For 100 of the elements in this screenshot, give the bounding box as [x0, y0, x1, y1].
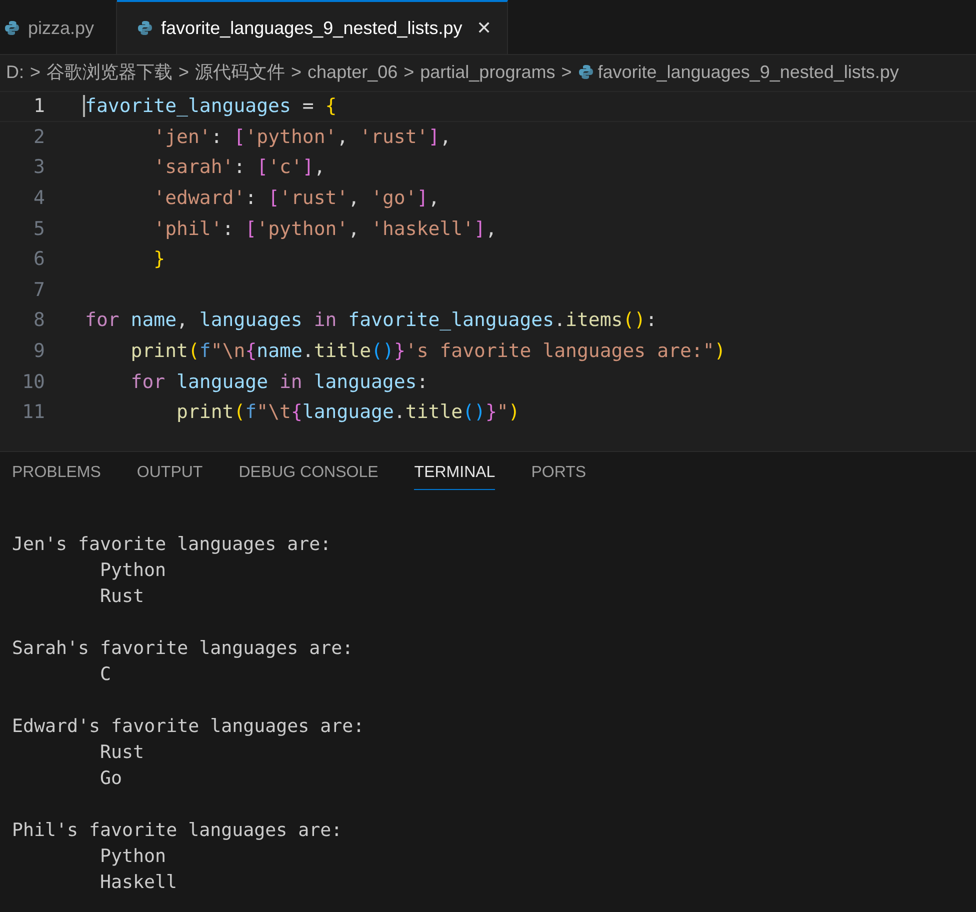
code-string: 'go' — [371, 187, 417, 210]
code-identifier: favorite_languages — [348, 309, 554, 332]
python-file-icon — [137, 20, 154, 36]
code-punctuation: : — [416, 370, 428, 393]
python-file-icon — [4, 20, 20, 36]
code-prefix: f — [245, 401, 257, 424]
breadcrumb-item[interactable]: favorite_languages_9_nested_lists.py — [598, 62, 899, 82]
line-number: 3 — [32, 156, 45, 178]
code-bracket: [ — [234, 126, 246, 148]
breadcrumb-item[interactable]: chapter_06 — [308, 62, 398, 82]
breadcrumb-item[interactable]: 源代码文件 — [195, 60, 286, 84]
code-string: 'python' — [245, 126, 337, 148]
code-bracket: ( — [188, 340, 200, 362]
code-bracket: { — [245, 340, 257, 362]
code-string: 'edward' — [152, 187, 246, 210]
code-bracket: () — [462, 401, 486, 424]
code-identifier: name — [256, 340, 302, 362]
line-number: 5 — [32, 218, 45, 240]
code-string: 'sarah' — [152, 156, 234, 178]
code-keyword: in — [279, 370, 304, 393]
code-bracket: [ — [268, 187, 280, 210]
code-identifier: name — [130, 309, 177, 332]
panel-tab[interactable]: OUTPUT — [136, 464, 203, 490]
code-identifier: language — [302, 401, 394, 424]
code-string: 'phil' — [152, 218, 222, 240]
terminal-output: Phil's favorite languages are: — [12, 820, 342, 841]
code-punctuation: = — [301, 95, 315, 118]
breadcrumb-item[interactable]: 谷歌浏览器下载 — [46, 60, 173, 84]
terminal-output: Rust — [100, 586, 144, 607]
code-punctuation: , — [428, 187, 440, 210]
code-string: 'jen' — [152, 126, 211, 148]
code-keyword: for — [85, 309, 120, 332]
code-function: title — [405, 401, 463, 424]
terminal-output: Edward's favorite languages are: — [12, 716, 364, 737]
code-function: title — [314, 340, 372, 362]
breadcrumb-separator: > — [29, 62, 42, 82]
editor-tab[interactable]: favorite_languages_9_nested_lists.py ✕ — [117, 0, 508, 54]
line-number: 1 — [32, 95, 45, 118]
code-bracket: ] — [416, 187, 428, 210]
code-identifier: favorite_languages — [85, 95, 291, 118]
code-punctuation: , — [176, 309, 189, 332]
code-string: "\t — [256, 401, 291, 424]
code-bracket: [ — [245, 218, 257, 240]
code-bracket: [ — [256, 156, 268, 178]
code-bracket: ] — [474, 218, 486, 240]
code-punctuation: , — [348, 218, 361, 240]
line-number: 6 — [32, 248, 45, 270]
code-string: " — [496, 401, 508, 424]
code-bracket: ) — [714, 340, 726, 362]
code-bracket: ] — [428, 126, 440, 148]
line-number: 4 — [32, 187, 45, 210]
code-bracket: () — [371, 340, 394, 362]
code-identifier: languages — [199, 309, 304, 332]
code-keyword: in — [314, 309, 338, 332]
code-punctuation: , — [336, 126, 350, 148]
terminal-output: Python — [100, 846, 166, 867]
code-bracket: () — [622, 309, 646, 332]
breadcrumb-separator: > — [560, 62, 573, 82]
terminal-output: Sarah's favorite languages are: — [12, 638, 354, 659]
line-number: 10 — [21, 370, 45, 393]
code-punctuation: , — [348, 187, 361, 210]
code-punctuation: . — [302, 340, 314, 362]
terminal-output: Jen's favorite languages are: — [12, 534, 332, 555]
code-function: items — [566, 309, 623, 332]
line-number: 8 — [32, 309, 45, 332]
code-bracket: { — [325, 95, 337, 118]
close-icon[interactable]: ✕ — [476, 17, 492, 39]
code-punctuation: : — [646, 309, 658, 332]
code-identifier: language — [176, 370, 270, 393]
code-bracket: ] — [302, 156, 314, 178]
code-bracket: } — [485, 401, 497, 424]
panel-tab[interactable]: PROBLEMS — [12, 464, 101, 490]
breadcrumb-item[interactable]: D: — [6, 62, 24, 82]
code-bracket: ) — [508, 401, 520, 424]
python-file-icon — [578, 64, 594, 80]
code-punctuation: : — [210, 126, 224, 148]
breadcrumb-separator: > — [178, 62, 190, 82]
code-string: "\n — [210, 340, 246, 362]
code-punctuation: : — [234, 156, 246, 178]
terminal-output: Go — [100, 768, 122, 789]
code-string: 'rust' — [280, 187, 348, 210]
terminal-output: C — [100, 664, 112, 685]
breadcrumb-separator: > — [402, 62, 416, 82]
panel-tab[interactable]: PORTS — [531, 464, 586, 490]
code-punctuation: : — [222, 218, 235, 240]
code-string: 's favorite languages are:" — [405, 340, 714, 362]
code-identifier: languages — [314, 370, 417, 393]
code-prefix: f — [199, 340, 211, 362]
breadcrumb-item[interactable]: partial_programs — [420, 62, 556, 82]
code-punctuation: : — [245, 187, 258, 210]
panel-tab[interactable]: TERMINAL — [414, 464, 496, 490]
code-bracket: ( — [234, 401, 246, 424]
line-number: 7 — [32, 278, 45, 301]
code-function: print — [176, 401, 234, 424]
code-punctuation: , — [485, 218, 497, 240]
code-string: 'haskell' — [371, 218, 474, 240]
panel-tab[interactable]: DEBUG CONSOLE — [238, 464, 378, 490]
code-bracket: { — [290, 401, 302, 424]
code-bracket: } — [152, 248, 166, 270]
code-keyword: for — [130, 370, 166, 393]
